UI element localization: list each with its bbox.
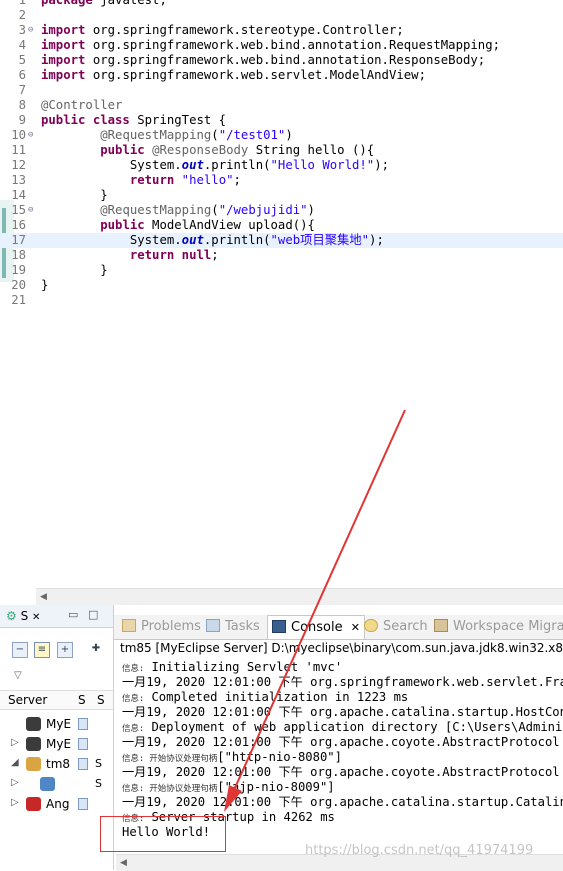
watermark: https://blog.csdn.net/qq_41974199 [305,843,534,858]
annotation-arrow [224,409,406,812]
